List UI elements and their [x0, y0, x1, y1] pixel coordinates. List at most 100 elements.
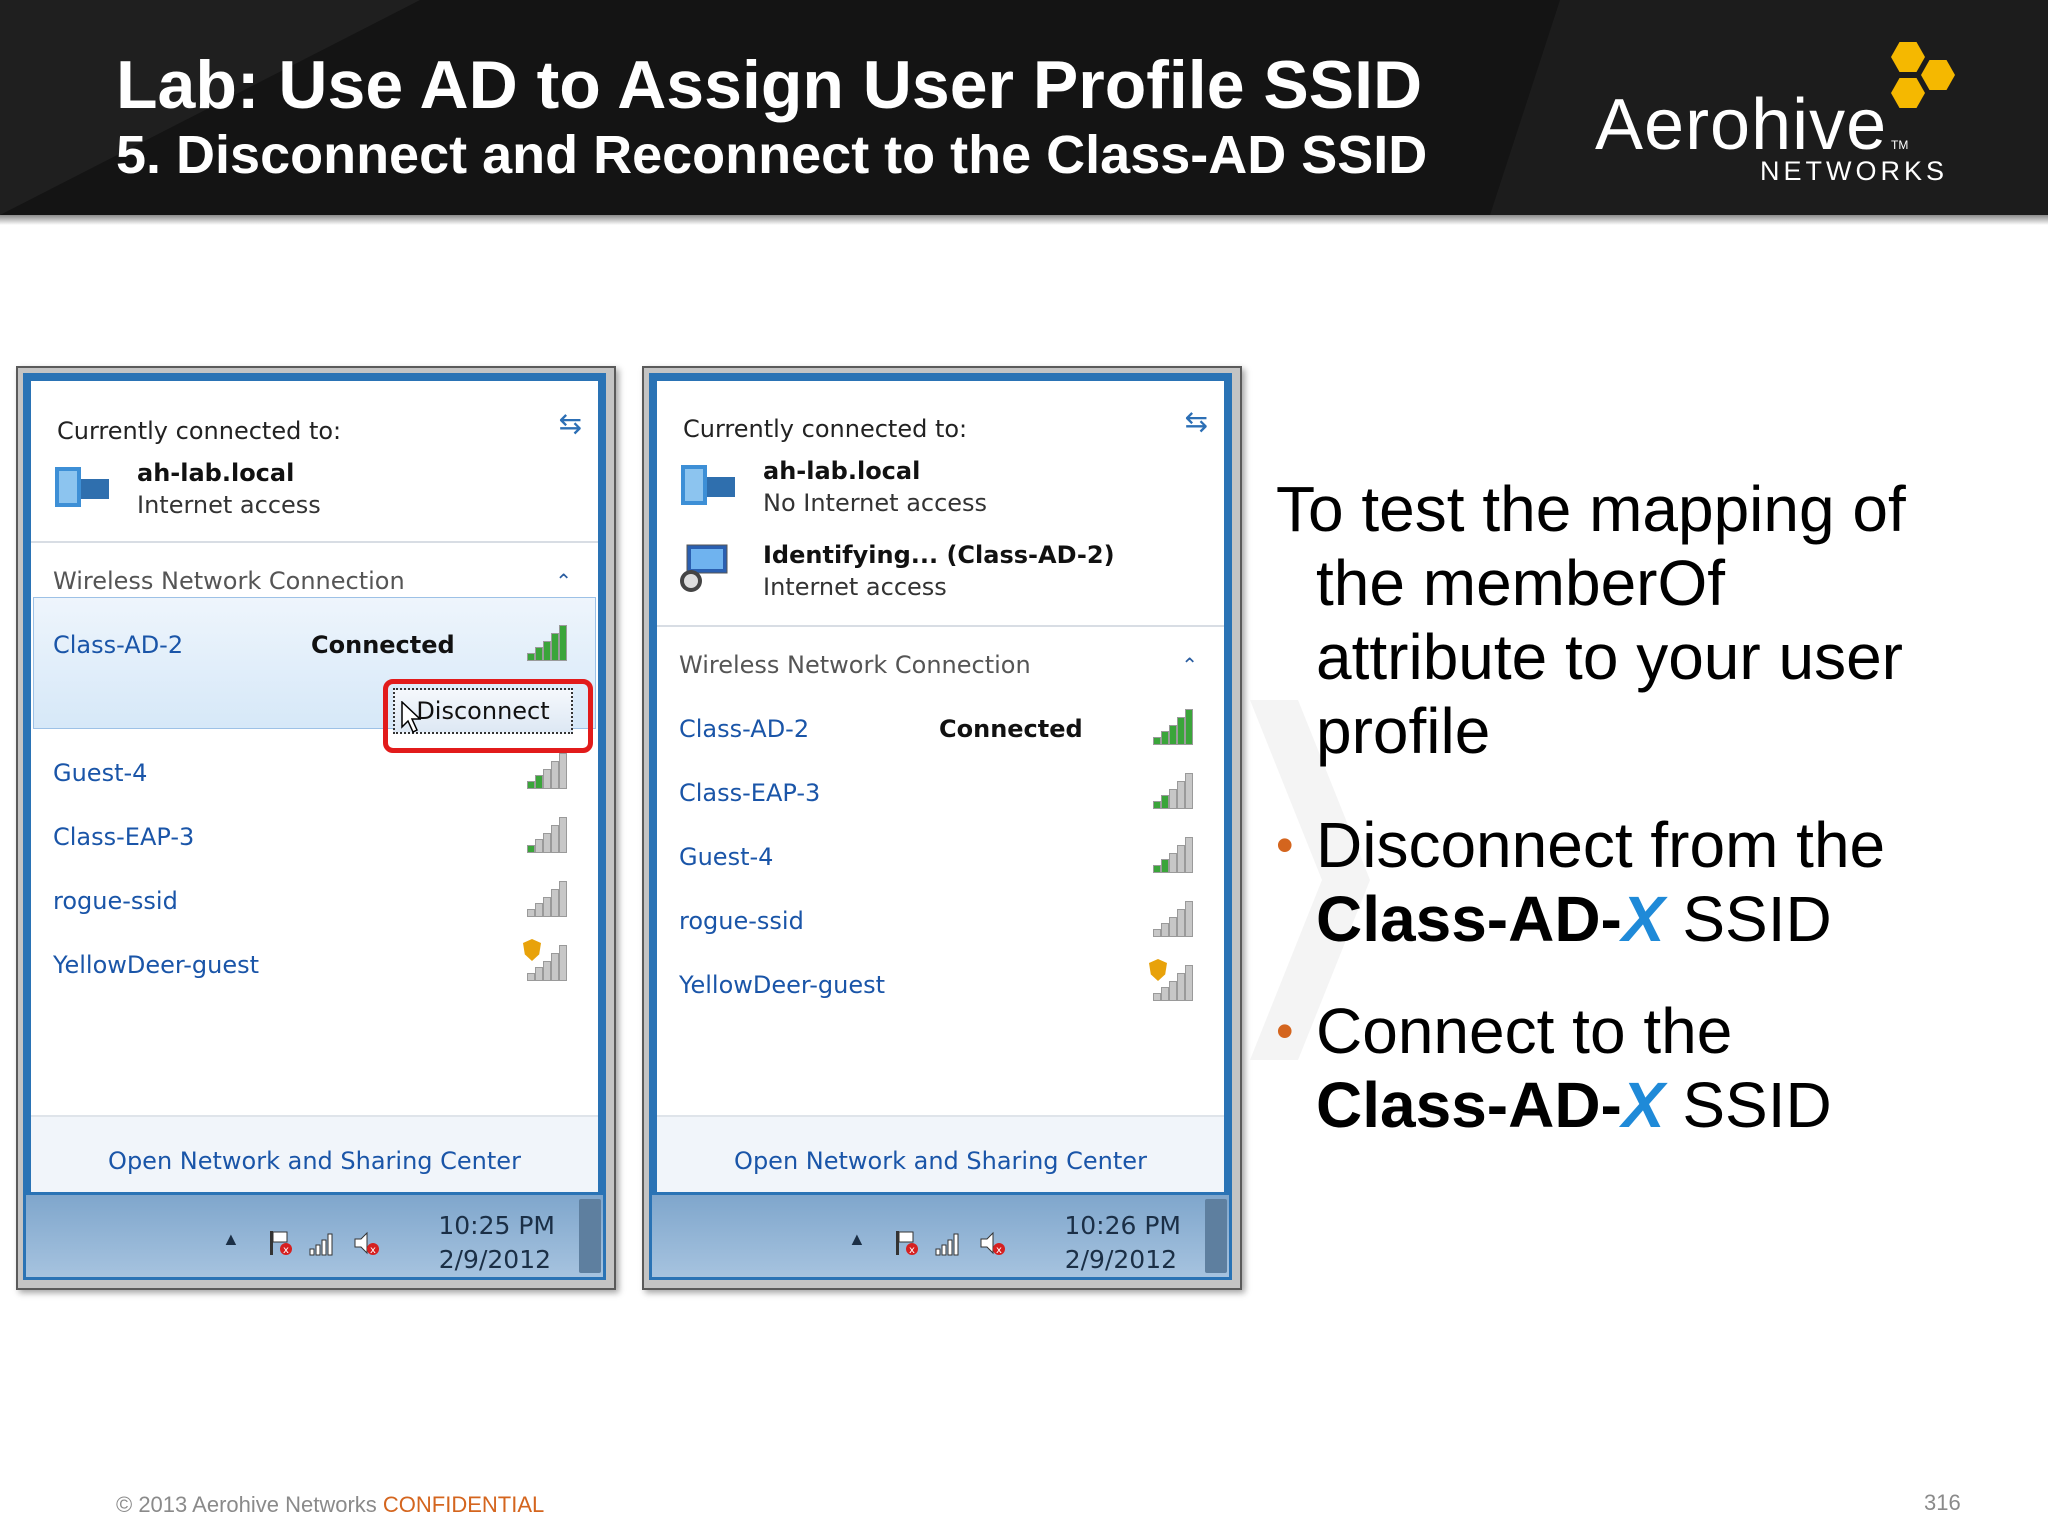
taskbar: ▲ x x 10:26 PM 2/9/2012	[652, 1195, 1229, 1277]
wireless-signal-icon[interactable]	[934, 1229, 962, 1257]
logo-subtext: NETWORKS	[1760, 156, 1949, 186]
clock-time[interactable]: 10:26 PM	[1064, 1211, 1181, 1240]
slide-title: Lab: Use AD to Assign User Profile SSID	[116, 47, 1423, 123]
signal-strength-icon	[527, 881, 569, 917]
intro-line: attribute to your user	[1316, 621, 1903, 693]
confidential-label: CONFIDENTIAL	[382, 1492, 545, 1517]
show-hidden-icons-icon[interactable]: ▲	[222, 1229, 250, 1257]
refresh-icon[interactable]: ⇆	[1185, 405, 1208, 438]
bullet-tail: SSID	[1664, 1069, 1832, 1141]
divider	[657, 625, 1224, 627]
ssid-label[interactable]: rogue-ssid	[679, 907, 804, 935]
bullet-marker: •	[1276, 817, 1294, 873]
slide-subtitle: 5. Disconnect and Reconnect to the Class…	[116, 125, 1428, 185]
action-center-flag-icon[interactable]: x	[266, 1229, 294, 1257]
connection-status: Connected	[311, 631, 455, 659]
network-name: ah-lab.local	[137, 459, 295, 487]
ssid-name-bold: Class-AD-	[1316, 883, 1622, 955]
network-name: ah-lab.local	[763, 457, 921, 485]
network-status: Internet access	[763, 573, 947, 601]
domain-network-icon	[681, 465, 735, 505]
flyout-footer: Open Network and Sharing Center	[657, 1115, 1224, 1192]
divider	[31, 541, 598, 543]
volume-muted-icon[interactable]: x	[352, 1229, 380, 1257]
open-network-sharing-link[interactable]: Open Network and Sharing Center	[31, 1147, 598, 1175]
network-name: Identifying... (Class-AD-2)	[763, 541, 1115, 569]
clock-time[interactable]: 10:25 PM	[438, 1211, 555, 1240]
logo-hex-icon	[1891, 42, 1925, 72]
show-desktop-button[interactable]	[1205, 1199, 1227, 1273]
wireless-section-label: Wireless Network Connection	[679, 651, 1031, 679]
show-hidden-icons-icon[interactable]: ▲	[848, 1229, 876, 1257]
copyright-text: © 2013 Aerohive Networks	[116, 1492, 383, 1517]
copyright-notice: © 2013 Aerohive Networks CONFIDENTIAL	[116, 1492, 544, 1518]
ssid-label[interactable]: Class-EAP-3	[679, 779, 820, 807]
slide-header: Lab: Use AD to Assign User Profile SSID …	[0, 0, 2048, 215]
signal-strength-icon	[527, 625, 569, 661]
bullet-text: Class-AD-X SSID	[1316, 1068, 1832, 1142]
flyout-footer: Open Network and Sharing Center	[31, 1115, 598, 1192]
action-center-flag-icon[interactable]: x	[892, 1229, 920, 1257]
logo-hex-icon	[1921, 60, 1955, 90]
signal-strength-icon	[1153, 709, 1195, 745]
logo-hex-icon	[1891, 78, 1925, 108]
ssid-label[interactable]: Class-AD-2	[679, 715, 809, 743]
volume-muted-icon[interactable]: x	[978, 1229, 1006, 1257]
header-shadow	[0, 215, 2048, 225]
chevron-up-icon[interactable]: ⌃	[1181, 653, 1198, 677]
bullet-marker: •	[1276, 1003, 1294, 1059]
ssid-variable: X	[1621, 883, 1665, 955]
clock-date[interactable]: 2/9/2012	[439, 1245, 551, 1274]
ssid-label[interactable]: Class-AD-2	[53, 631, 183, 659]
bullet-text: Disconnect from the	[1316, 809, 1886, 881]
intro-line: profile	[1316, 695, 1491, 767]
network-flyout-after: Currently connected to: ⇆ ah-lab.local N…	[642, 366, 1242, 1290]
bullet-text: Class-AD-X SSID	[1316, 882, 1832, 956]
show-desktop-button[interactable]	[579, 1199, 601, 1273]
currently-connected-label: Currently connected to:	[57, 417, 342, 445]
svg-text:x: x	[909, 1245, 915, 1256]
network-flyout-before: Currently connected to: ⇆ ah-lab.local I…	[16, 366, 616, 1290]
intro-line: To test the mapping of	[1276, 473, 1906, 545]
open-network-sharing-link[interactable]: Open Network and Sharing Center	[657, 1147, 1224, 1175]
svg-text:x: x	[996, 1245, 1002, 1256]
intro-line: the memberOf	[1316, 547, 1726, 619]
clock-date[interactable]: 2/9/2012	[1065, 1245, 1177, 1274]
network-status: Internet access	[137, 491, 321, 519]
signal-strength-icon	[1153, 837, 1195, 873]
svg-text:x: x	[370, 1245, 376, 1256]
ssid-variable: X	[1621, 1069, 1665, 1141]
page-number: 316	[1924, 1490, 1961, 1515]
bullet-tail: SSID	[1664, 883, 1832, 955]
logo-wordmark: Aerohive	[1595, 85, 1888, 165]
ssid-label[interactable]: rogue-ssid	[53, 887, 178, 915]
ssid-label[interactable]: Guest-4	[679, 843, 773, 871]
signal-strength-icon	[527, 817, 569, 853]
ssid-label[interactable]: YellowDeer-guest	[679, 971, 885, 999]
signal-strength-icon	[1153, 773, 1195, 809]
currently-connected-label: Currently connected to:	[683, 415, 968, 443]
mouse-cursor-icon	[401, 701, 421, 733]
identifying-network-icon	[680, 544, 728, 592]
domain-network-icon	[55, 467, 109, 507]
flyout-content: Currently connected to: ⇆ ah-lab.local N…	[657, 381, 1224, 1192]
window-frame: Currently connected to: ⇆ ah-lab.local N…	[649, 373, 1232, 1280]
logo-trademark: TM	[1891, 138, 1909, 152]
signal-strength-icon	[1153, 901, 1195, 937]
flyout-content: Currently connected to: ⇆ ah-lab.local I…	[31, 381, 598, 1192]
ssid-name-bold: Class-AD-	[1316, 1069, 1622, 1141]
chevron-up-icon[interactable]: ⌃	[555, 569, 572, 593]
connection-status: Connected	[939, 715, 1083, 743]
window-frame: Currently connected to: ⇆ ah-lab.local I…	[23, 373, 606, 1280]
refresh-icon[interactable]: ⇆	[559, 407, 582, 440]
signal-strength-icon	[527, 753, 569, 789]
ssid-label[interactable]: Class-EAP-3	[53, 823, 194, 851]
aerohive-logo: Aerohive TM NETWORKS	[1595, 38, 1975, 188]
ssid-label[interactable]: Guest-4	[53, 759, 147, 787]
svg-text:x: x	[283, 1245, 289, 1256]
taskbar: ▲ x x 10:25 PM 2/9/2012	[26, 1195, 603, 1277]
ssid-label[interactable]: YellowDeer-guest	[53, 951, 259, 979]
wireless-section-label: Wireless Network Connection	[53, 567, 405, 595]
bullet-text: Connect to the	[1316, 995, 1733, 1067]
wireless-signal-icon[interactable]	[308, 1229, 336, 1257]
